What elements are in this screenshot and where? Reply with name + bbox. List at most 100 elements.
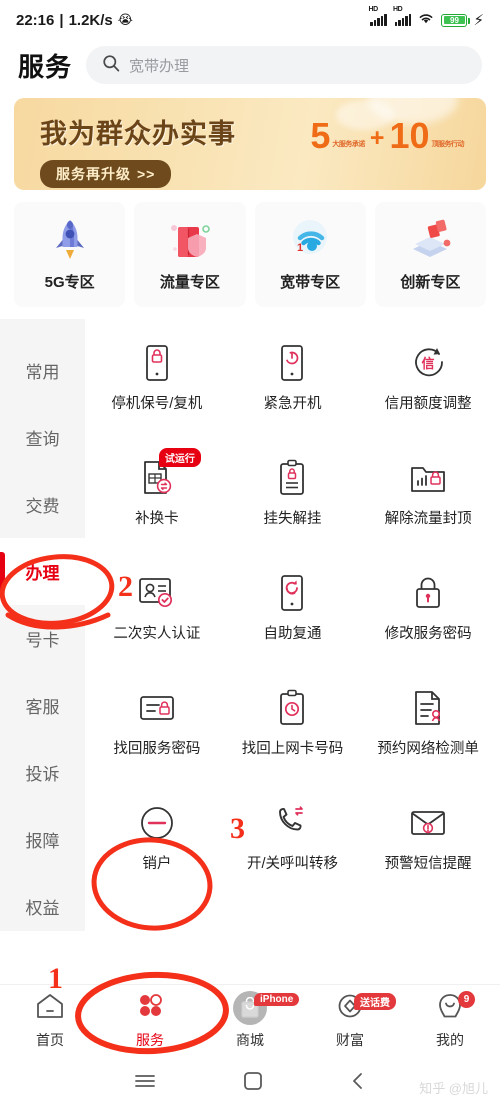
watermark: 知乎 @旭儿 <box>419 1081 488 1096</box>
tab-service[interactable]: 服务 <box>100 985 200 1056</box>
menu-icon[interactable] <box>134 1072 156 1095</box>
sidebar-item-label: 交费 <box>25 497 60 516</box>
grid-item-retrieve-password[interactable]: 找回服务密码 <box>89 676 225 791</box>
wifi-icon <box>417 11 435 29</box>
banner-stats: 5 大服务承诺 + 10 顶服务行动 <box>310 118 464 154</box>
grid-item-label: 停机保号/复机 <box>111 396 203 412</box>
zone-card-label: 创新专区 <box>400 274 461 291</box>
svg-text:1: 1 <box>297 242 303 254</box>
sidebar-item-tousu[interactable]: 投诉 <box>0 739 85 806</box>
tab-home[interactable]: 首页 <box>0 985 100 1056</box>
tab-label: 首页 <box>36 1031 64 1048</box>
grid-item-sim-replace[interactable]: 试运行 补换卡 <box>89 446 225 561</box>
signal-icon-1: HD <box>368 6 387 26</box>
sidebar-item-jiaofei[interactable]: 交费 <box>0 471 85 538</box>
square-home-icon[interactable] <box>243 1071 263 1096</box>
tab-label: 财富 <box>336 1031 364 1048</box>
status-net-speed: 1.2K/s <box>68 11 113 29</box>
grid-item-close-account[interactable]: 销户 <box>89 791 225 906</box>
grid-item-emergency-power[interactable]: 紧急开机 <box>225 331 361 446</box>
phone-reconnect-icon <box>277 573 307 613</box>
sidebar-item-baozhang[interactable]: 报障 <box>0 806 85 873</box>
grid-item-label: 信用额度调整 <box>384 396 472 412</box>
sidebar-item-chaxun[interactable]: 查询 <box>0 404 85 471</box>
status-badge: iPhone <box>254 993 300 1006</box>
tab-profile[interactable]: 9 我的 <box>400 985 500 1056</box>
sidebar-item-banli[interactable]: 办理 <box>0 538 85 605</box>
zone-card-innovation[interactable]: 创新专区 <box>374 202 486 307</box>
tab-label: 我的 <box>436 1031 464 1048</box>
grid-item-remove-data-cap[interactable]: 解除流量封顶 <box>360 446 496 561</box>
home-icon <box>35 992 65 1025</box>
minus-circle-icon <box>138 803 176 843</box>
status-time: 22:16 <box>16 11 55 29</box>
sidebar-item-label: 客服 <box>25 698 60 717</box>
grid-item-credit-limit[interactable]: 信 信用额度调整 <box>360 331 496 446</box>
wifi-broadband-icon: 1 <box>284 217 336 263</box>
grid-item-network-inspection[interactable]: 预约网络检测单 <box>360 676 496 791</box>
sidebar-item-quanyi[interactable]: 权益 <box>0 873 85 940</box>
grid-item-label: 销户 <box>142 856 172 872</box>
rocket-icon <box>50 217 90 263</box>
promo-banner[interactable]: 我为群众办实事 服务再升级 >> 5 大服务承诺 + 10 顶服务行动 <box>14 98 486 190</box>
sidebar-item-label: 查询 <box>25 430 60 449</box>
service-clover-icon <box>135 992 165 1025</box>
battery-icon: 99 <box>441 13 471 27</box>
tab-label: 商城 <box>236 1032 264 1048</box>
grid-item-self-reconnect[interactable]: 自助复通 <box>225 561 361 676</box>
grid-item-label: 自助复通 <box>263 626 322 642</box>
service-content: 常用 查询 交费 办理 号卡 客服 投诉 报障 权益 停机保号/复机 紧急开机 … <box>0 319 500 931</box>
grid-item-call-forwarding[interactable]: 开/关呼叫转移 <box>225 791 361 906</box>
grid-item-label: 修改服务密码 <box>384 626 472 642</box>
zone-card-5g[interactable]: 5G专区 <box>14 202 126 307</box>
sidebar-item-haoka[interactable]: 号卡 <box>0 605 85 672</box>
tab-shop[interactable]: iPhone 商城 <box>200 985 300 1056</box>
tab-wealth[interactable]: 送话费 财富 <box>300 985 400 1056</box>
zone-card-broadband[interactable]: 1 宽带专区 <box>254 202 366 307</box>
grid-item-label: 解除流量封顶 <box>384 511 472 527</box>
search-input[interactable]: 宽带办理 <box>86 46 482 84</box>
signal-icon-2: HD <box>393 6 412 26</box>
svg-text:信: 信 <box>422 356 435 371</box>
back-chevron-icon[interactable] <box>350 1071 366 1096</box>
status-badge: 送话费 <box>354 993 396 1010</box>
bottom-tab-bar: 首页 服务 iPhone 商城 送话费 财富 9 我的 <box>0 984 500 1056</box>
zone-card-label: 流量专区 <box>159 274 220 291</box>
id-verify-icon <box>137 573 177 613</box>
tab-label: 服务 <box>136 1031 164 1048</box>
zone-card-traffic[interactable]: 流量专区 <box>134 202 246 307</box>
banner-sub-left: 大服务承诺 <box>332 141 365 148</box>
card-lock-icon <box>138 688 176 728</box>
status-separator: | <box>59 11 64 29</box>
banner-sub-right: 顶服务行动 <box>431 141 465 148</box>
banner-num-left: 5 <box>310 115 331 156</box>
banner-num-right: 10 <box>389 115 430 156</box>
credit-refresh-icon: 信 <box>409 343 447 383</box>
battery-level: 99 <box>450 15 459 25</box>
sidebar-item-label: 常用 <box>25 363 60 382</box>
grid-item-sms-alert[interactable]: 预警短信提醒 <box>360 791 496 906</box>
lightning-bolt-icon: ⚡ <box>473 12 484 29</box>
alarm-emoji-icon: 😭 <box>117 12 133 27</box>
grid-item-label: 找回服务密码 <box>113 741 201 757</box>
hd-label-2: HD <box>392 6 403 13</box>
sidebar-item-kefu[interactable]: 客服 <box>0 672 85 739</box>
grid-item-stop-keep-number[interactable]: 停机保号/复机 <box>89 331 225 446</box>
sidebar-item-label: 权益 <box>25 899 60 918</box>
notification-badge: 9 <box>458 991 475 1008</box>
clipboard-clock-icon <box>277 688 307 728</box>
banner-cta-arrow: >> <box>137 166 156 182</box>
category-sidebar: 常用 查询 交费 办理 号卡 客服 投诉 报障 权益 <box>0 319 85 931</box>
grid-item-report-loss[interactable]: 挂失解挂 <box>225 446 361 561</box>
grid-item-change-password[interactable]: 修改服务密码 <box>360 561 496 676</box>
zone-card-label: 5G专区 <box>44 274 95 291</box>
zone-card-label: 宽带专区 <box>280 274 341 291</box>
sidebar-item-label: 办理 <box>25 564 60 583</box>
grid-item-retrieve-card-number[interactable]: 找回上网卡号码 <box>225 676 361 791</box>
grid-item-secondary-identity[interactable]: 二次实人认证 <box>89 561 225 676</box>
banner-cta-button[interactable]: 服务再升级 >> <box>40 160 172 188</box>
sidebar-item-label: 号卡 <box>25 631 60 650</box>
sidebar-item-changyong[interactable]: 常用 <box>0 337 85 404</box>
search-placeholder: 宽带办理 <box>129 57 190 75</box>
grid-item-label: 预约网络检测单 <box>377 741 479 757</box>
